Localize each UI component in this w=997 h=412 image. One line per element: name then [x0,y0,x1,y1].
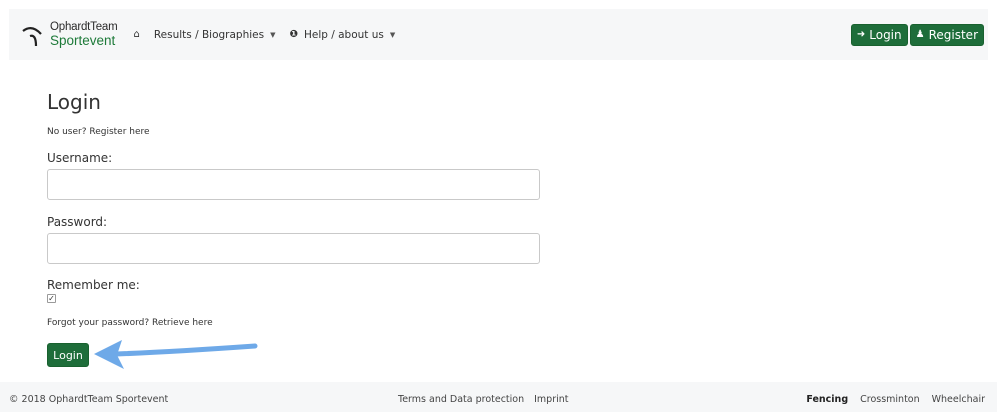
password-input[interactable] [47,233,540,264]
footer-sport-wheelchair[interactable]: Wheelchair [932,394,985,405]
username-label: Username: [47,151,113,165]
nav-login-label: Login [869,27,902,42]
nav-help-label: Help / about us [303,28,384,41]
user-plus-icon: ♟ [915,29,925,40]
nav-help-about[interactable]: ❶ Help / about us ▼ [290,29,396,41]
caret-down-icon: ▼ [389,30,396,39]
remember-me-checkbox[interactable]: ✓ [47,294,56,303]
nav-results-label: Results / Biographies [153,28,265,41]
footer-sport-fencing[interactable]: Fencing [806,394,848,405]
home-icon: ⌂ [133,29,140,40]
brand-logo[interactable]: OphardtTeam Sportevent [19,20,118,48]
nav-home[interactable]: ⌂ [133,29,145,40]
footer: © 2018 OphardtTeam Sportevent Terms and … [0,382,997,412]
login-submit-button[interactable]: Login [47,343,89,367]
brand-name-top: OphardtTeam [50,20,118,33]
nav-register-button[interactable]: ♟ Register [909,23,984,46]
username-input[interactable] [47,169,540,200]
nav-login-button[interactable]: ➜ Login [850,23,908,46]
caret-down-icon: ▼ [270,30,276,39]
register-link[interactable]: No user? Register here [47,127,540,137]
top-navbar: OphardtTeam Sportevent ⌂ Results / Biogr… [9,9,988,60]
footer-imprint-link[interactable]: Imprint [534,394,568,405]
login-form: Login No user? Register here Username: P… [47,90,540,367]
info-circle-icon: ❶ [289,29,298,40]
password-label: Password: [47,215,108,229]
sign-in-icon: ➜ [856,29,866,40]
footer-terms-link[interactable]: Terms and Data protection [398,394,524,405]
nav-register-label: Register [928,27,978,42]
footer-copyright: © 2018 OphardtTeam Sportevent [9,394,169,405]
page-title: Login [47,90,101,114]
remember-me-label: Remember me: [47,278,140,292]
brand-name-bottom: Sportevent [50,33,116,48]
footer-sport-crossminton[interactable]: Crossminton [860,394,920,405]
nav-results-biographies[interactable]: Results / Biographies ▼ [154,29,276,41]
ophardt-logo-icon [22,26,42,46]
forgot-password-link[interactable]: Forgot your password? Retrieve here [47,318,540,328]
